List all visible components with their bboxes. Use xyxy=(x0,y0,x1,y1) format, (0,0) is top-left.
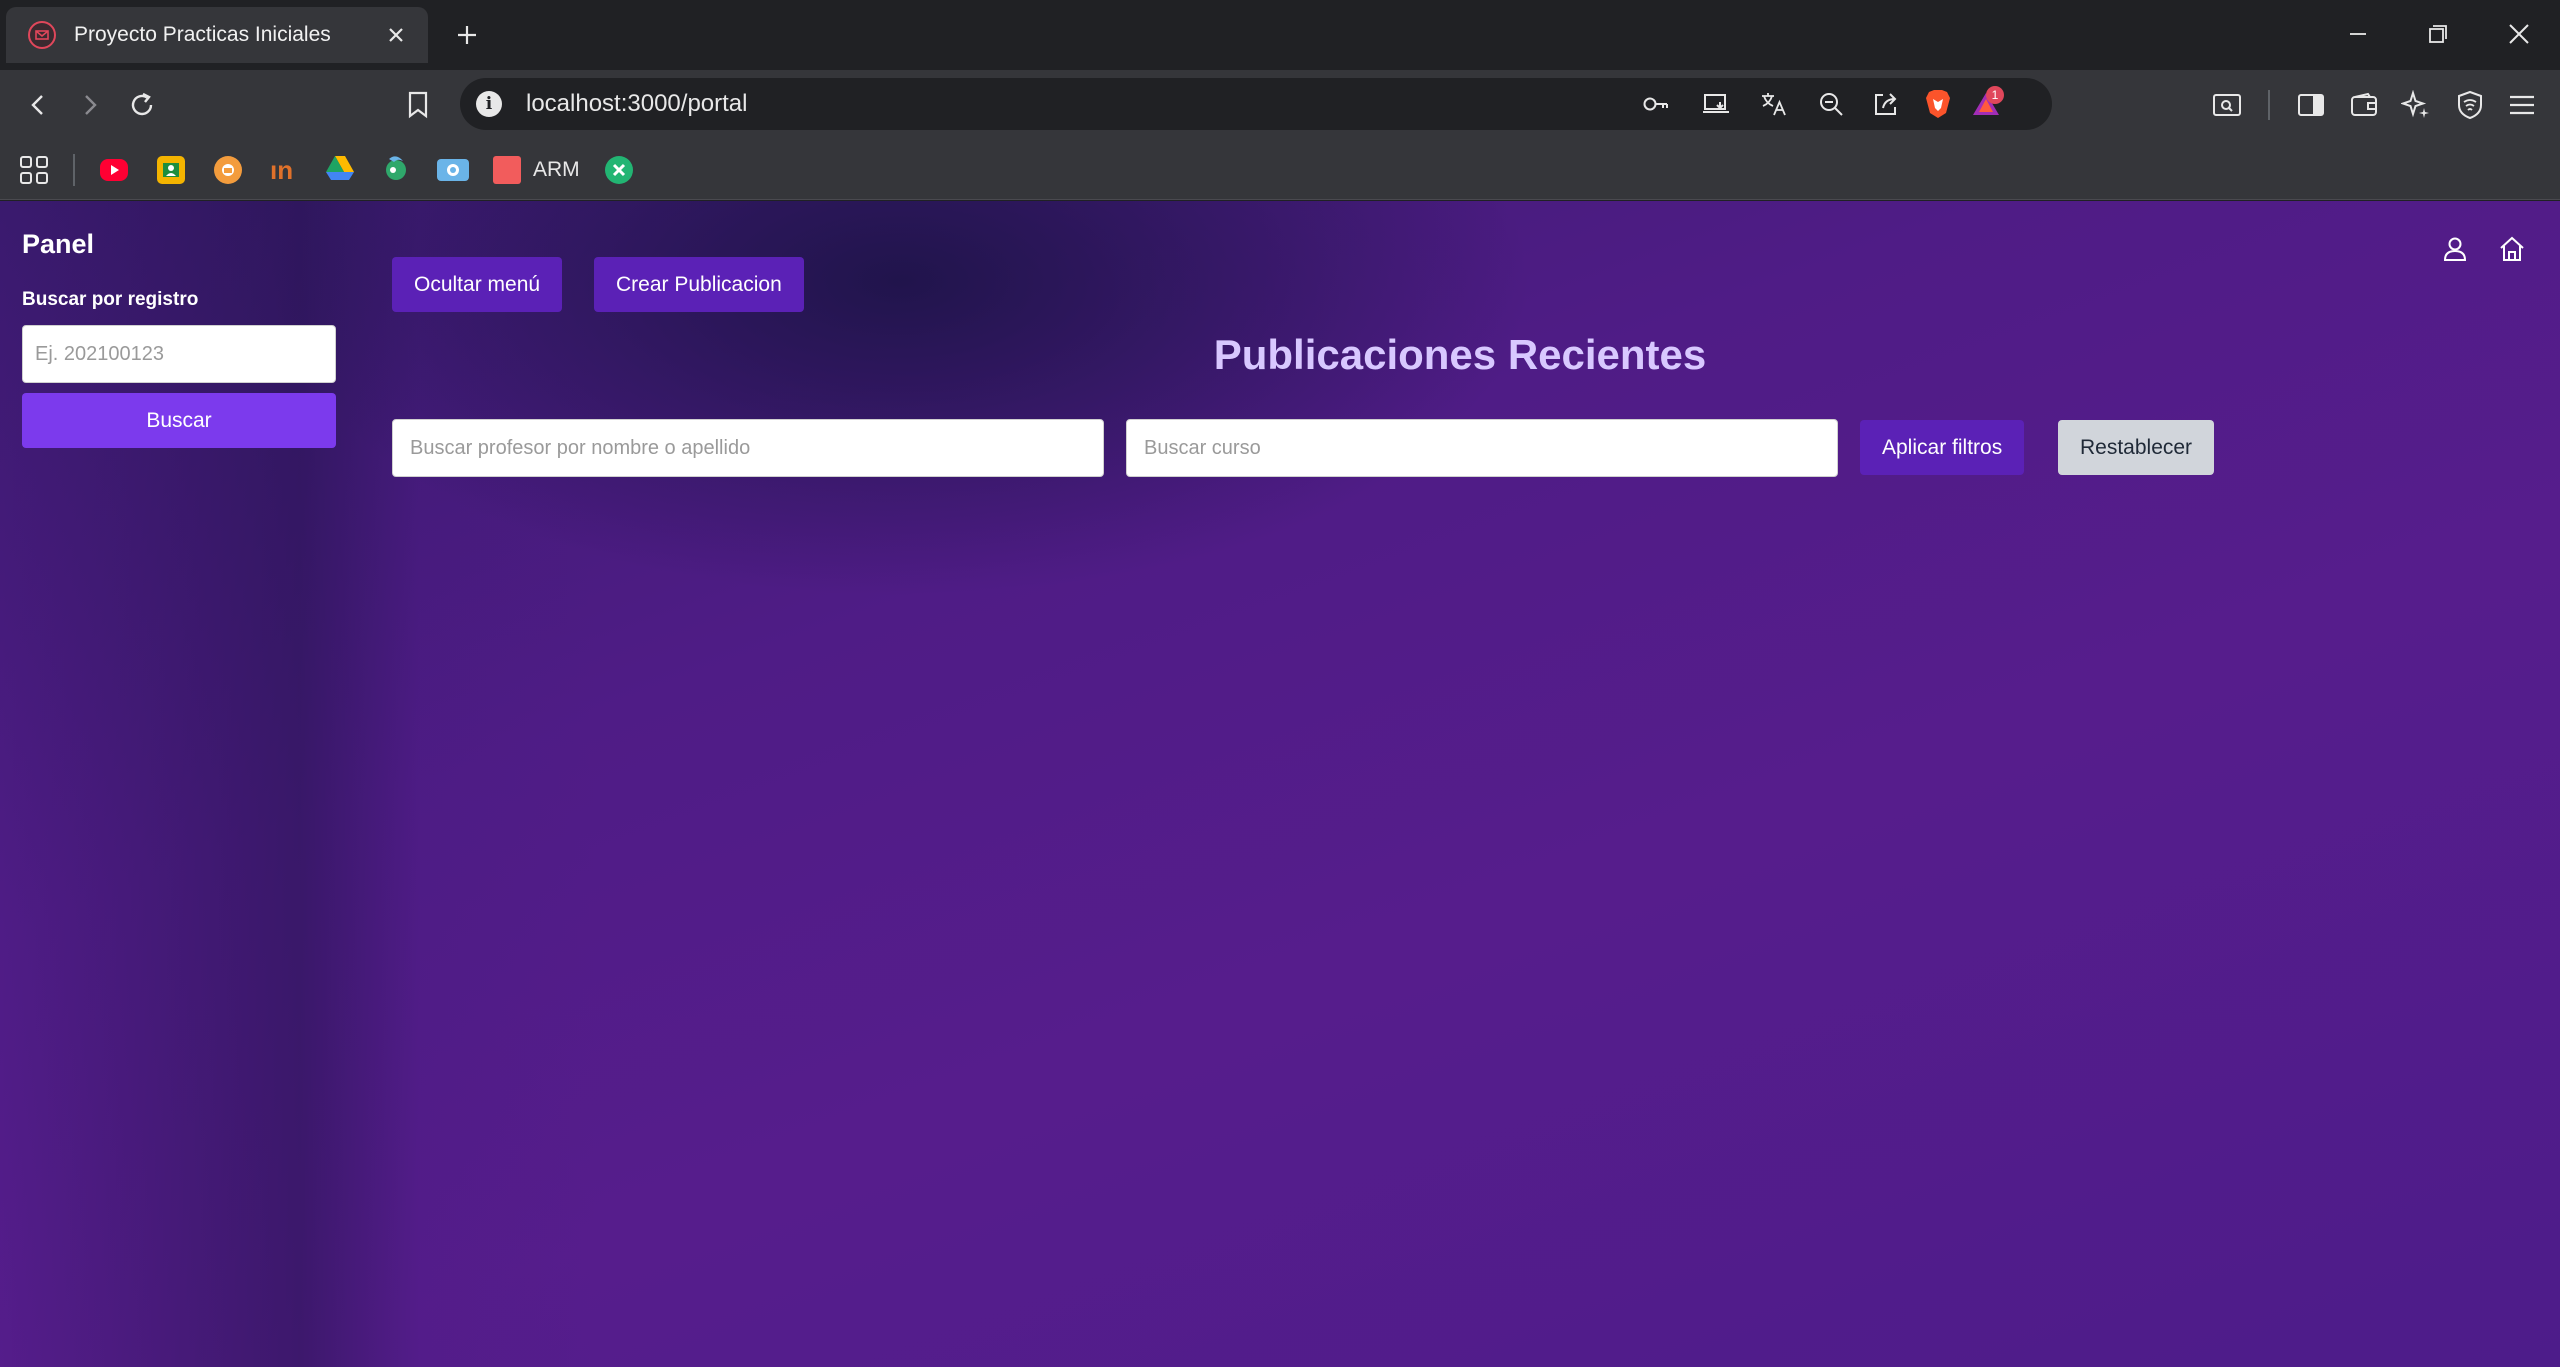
bookmark-google-drive[interactable] xyxy=(325,154,355,186)
apply-filters-button[interactable]: Aplicar filtros xyxy=(1860,420,2025,475)
panel-title: Panel xyxy=(22,229,95,259)
course-search-input[interactable] xyxy=(1126,419,1838,477)
toolbar-divider xyxy=(2268,90,2270,120)
leo-ai-icon[interactable] xyxy=(2396,85,2436,125)
brave-shields-icon[interactable] xyxy=(1918,84,1958,124)
browser-tab[interactable]: Proyecto Practicas Iniciales xyxy=(6,7,428,63)
restore-icon[interactable] xyxy=(2418,14,2458,54)
create-post-button[interactable]: Crear Publicacion xyxy=(594,257,804,312)
tab-search-icon[interactable] xyxy=(2207,85,2247,125)
share-icon[interactable] xyxy=(1866,84,1906,124)
reload-icon[interactable] xyxy=(122,85,162,125)
browser-tabstrip: Proyecto Practicas Iniciales xyxy=(0,0,2560,70)
professor-search-input[interactable] xyxy=(392,419,1104,477)
close-window-icon[interactable] xyxy=(2499,14,2539,54)
forward-icon[interactable] xyxy=(70,85,110,125)
search-button[interactable]: Buscar xyxy=(22,393,336,448)
bookmark-icon-7 xyxy=(437,159,469,181)
bookmarks-divider xyxy=(73,154,75,186)
mail-icon xyxy=(28,21,56,49)
youtube-icon xyxy=(100,159,128,181)
page-title: Publicaciones Recientes xyxy=(1213,331,1707,378)
tab-title: Proyecto Practicas Iniciales xyxy=(74,23,331,46)
password-key-icon[interactable] xyxy=(1636,84,1676,124)
zoom-out-icon[interactable] xyxy=(1811,84,1851,124)
wallet-icon[interactable] xyxy=(2344,85,2384,125)
home-icon[interactable] xyxy=(2492,229,2532,269)
address-bar[interactable]: i localhost:3000/portal 1 xyxy=(460,78,2052,130)
classroom-icon xyxy=(157,156,185,184)
bookmark-7[interactable] xyxy=(437,154,469,186)
site-info-icon[interactable]: i xyxy=(476,91,502,117)
close-tab-icon[interactable] xyxy=(382,21,410,49)
user-profile-icon[interactable] xyxy=(2435,229,2475,269)
bookmark-arm[interactable]: ARM xyxy=(493,154,580,186)
bookmark-label: ARM xyxy=(533,158,580,181)
reset-filters-button[interactable]: Restablecer xyxy=(2058,420,2215,475)
brave-rewards-icon[interactable]: 1 xyxy=(1966,84,2006,124)
apps-grid-icon[interactable] xyxy=(14,150,54,190)
bookmark-icon-6 xyxy=(381,153,411,188)
translate-icon[interactable] xyxy=(1754,84,1794,124)
registro-search-label: Buscar por registro xyxy=(22,289,199,310)
url-text: localhost:3000/portal xyxy=(526,90,748,117)
sidebar-toggle-icon[interactable] xyxy=(2291,85,2331,125)
back-icon[interactable] xyxy=(18,85,58,125)
vpn-shield-icon[interactable] xyxy=(2450,85,2490,125)
bookmark-icon-3 xyxy=(214,156,242,184)
bookmark-icon-4: ın xyxy=(270,155,294,185)
bookmark-icon-9 xyxy=(605,156,633,184)
bookmark-9[interactable] xyxy=(605,154,633,186)
bookmark-classroom[interactable] xyxy=(157,154,185,186)
bookmark-6[interactable] xyxy=(381,154,411,186)
hide-menu-button[interactable]: Ocultar menú xyxy=(392,257,563,312)
bookmarks-bar: ın ARM xyxy=(0,140,2560,200)
bookmark-youtube[interactable] xyxy=(100,154,128,186)
google-drive-icon xyxy=(325,155,355,186)
browser-toolbar: i localhost:3000/portal 1 xyxy=(0,70,2560,140)
bookmark-page-icon[interactable] xyxy=(398,85,438,125)
new-tab-icon[interactable] xyxy=(450,18,484,52)
bookmark-4[interactable]: ın xyxy=(270,154,293,186)
portal-page: Panel Buscar por registro Buscar Ocultar… xyxy=(0,201,2560,1367)
menu-icon[interactable] xyxy=(2502,85,2542,125)
install-app-icon[interactable] xyxy=(1696,84,1736,124)
bookmark-3[interactable] xyxy=(214,154,242,186)
minimize-icon[interactable] xyxy=(2338,14,2378,54)
notification-badge: 1 xyxy=(1986,86,2004,104)
arm-icon xyxy=(493,156,521,184)
